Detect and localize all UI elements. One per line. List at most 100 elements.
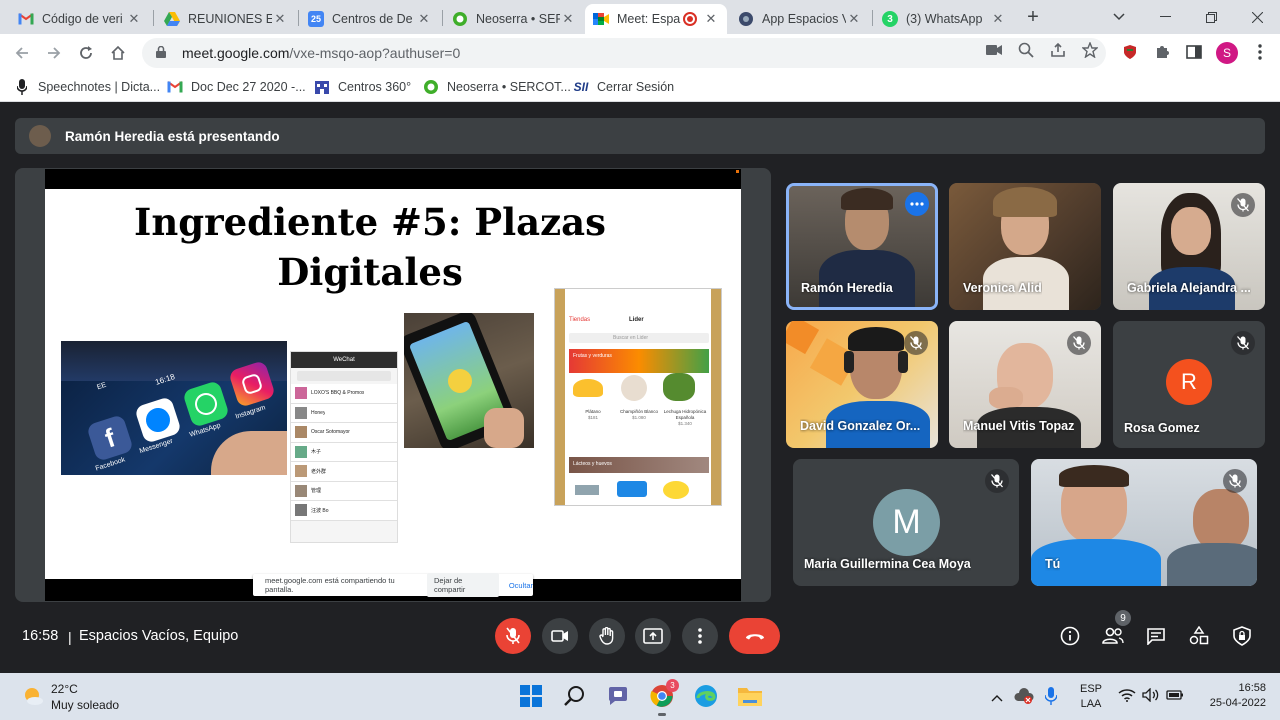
close-tab-icon[interactable]: ✕ [560,11,576,27]
wechat-avatar [295,445,307,458]
host-controls-icon[interactable] [1229,623,1255,649]
present-screen-button[interactable] [635,618,671,654]
reload-button[interactable] [74,41,98,65]
meeting-time: 16:58 [22,628,59,644]
slide: Ingrediente #5: Plazas Digitales EE 16:1… [45,189,741,579]
search-icon[interactable] [560,681,590,711]
bookmark-centros[interactable]: Centros 360° [314,77,411,97]
address-bar[interactable]: meet.google.com/vxe-msqo-aop?authuser=0 [142,38,1106,68]
bookmark-neoserra[interactable]: Neoserra • SERCOT... [423,77,571,97]
extensions-puzzle-icon[interactable] [1152,42,1172,62]
raise-hand-button[interactable] [589,618,625,654]
close-tab-icon[interactable]: ✕ [272,11,288,27]
wechat-screenshot: WeChat LOXO'S BBQ & Promos Honey Oscar Sot… [290,351,398,543]
extension-shield-icon[interactable] [1120,42,1140,62]
show-hidden-icons[interactable] [991,689,1007,703]
participant-tile-david[interactable]: David Gonzalez Or... [786,321,938,448]
close-window-button[interactable] [1234,0,1280,34]
forward-button[interactable] [42,41,66,65]
zoom-icon[interactable] [1017,41,1035,59]
start-button[interactable] [516,681,546,711]
back-button[interactable] [10,41,34,65]
battery-icon[interactable] [1166,688,1184,704]
tab-neoserra[interactable]: Neoserra • SER ✕ [444,4,584,34]
participant-tile-gabriela[interactable]: Gabriela Alejandra ... [1113,183,1265,310]
meeting-details-icon[interactable] [1057,623,1083,649]
more-options-button[interactable] [682,618,718,654]
weather-description: Muy soleado [51,698,120,712]
close-tab-icon[interactable]: ✕ [126,11,142,27]
participant-name: Maria Guillermina Cea Moya [804,557,971,571]
bookmark-doc[interactable]: Doc Dec 27 2020 -... [167,77,306,97]
home-button[interactable] [106,41,130,65]
lock-icon[interactable] [156,45,170,61]
tab-drive[interactable]: REUNIONES EQ ✕ [156,4,296,34]
muted-mic-icon [904,331,928,355]
participant-tile-ramon[interactable]: Ramón Heredia [786,183,938,310]
share-banner-text: meet.google.com está compartiendo tu pan… [265,576,395,594]
lider-product: Champiñón Blanco $1.080 [617,409,661,421]
gmail-icon [18,11,34,27]
stop-sharing-button[interactable]: Dejar de compartir [427,573,499,597]
close-tab-icon[interactable]: ✕ [416,11,432,27]
tab-search-icon[interactable] [1096,0,1142,34]
teams-chat-icon[interactable] [603,681,633,711]
participant-tile-veronica[interactable]: Veronica Alid [949,183,1101,310]
restore-button[interactable] [1188,0,1234,34]
participant-avatar: M [873,489,940,556]
tab-gmail[interactable]: Código de veri ✕ [10,4,150,34]
minimize-button[interactable] [1142,0,1188,34]
activities-icon[interactable] [1186,623,1212,649]
language-indicator[interactable]: ESP LAA [1076,683,1106,710]
new-tab-button[interactable]: + [1022,6,1044,28]
clock[interactable]: 16:58 25-04-2022 [1196,682,1266,709]
more-options-icon[interactable] [905,192,929,216]
close-tab-icon[interactable]: ✕ [703,11,719,27]
side-panel-icon[interactable] [1184,42,1204,62]
bookmark-star-icon[interactable] [1081,41,1099,59]
wechat-avatar [295,465,307,478]
muted-mic-icon [1231,331,1255,355]
weather-sun-icon[interactable] [20,683,46,709]
presenter-avatar [29,125,51,147]
chrome-icon[interactable]: 3 [647,679,679,716]
participant-tile-self[interactable]: Tú [1031,459,1257,586]
close-tab-icon[interactable]: ✕ [990,11,1006,27]
wechat-chat-name: Honey [311,409,326,416]
bookmark-speechnotes[interactable]: Speechnotes | Dicta... [14,77,160,97]
mic-in-use-icon[interactable] [1044,687,1059,707]
participant-tile-rosa[interactable]: R Rosa Gomez [1113,321,1265,448]
muted-mic-icon [985,469,1009,493]
tab-calendar[interactable]: 25 Centros de De ✕ [300,4,440,34]
camera-button[interactable] [542,618,578,654]
wifi-icon[interactable] [1118,688,1136,704]
participant-tile-manuel[interactable]: Manuel Vitis Topaz [949,321,1101,448]
volume-icon[interactable] [1142,687,1160,704]
tab-app-espacios[interactable]: App Espacios V ✕ [730,4,870,34]
camera-in-use-icon[interactable] [985,41,1003,59]
microphone-off-button[interactable] [495,618,531,654]
cloud-warning-icon[interactable] [1014,687,1034,705]
participant-tile-maria[interactable]: M Maria Guillermina Cea Moya [793,459,1019,586]
lider-section-fruits: Frutas y verduras [573,353,612,359]
end-call-button[interactable] [729,618,780,654]
hide-banner-button[interactable]: Ocultar [509,581,533,590]
close-tab-icon[interactable]: ✕ [846,11,862,27]
tab-whatsapp[interactable]: 3 (3) WhatsApp ✕ [874,4,1014,34]
chat-icon[interactable] [1143,623,1169,649]
lider-title: Lider [629,317,644,323]
wechat-chat-name: 汪波 Bo [311,507,329,514]
file-explorer-icon[interactable] [735,681,765,711]
presentation-stage[interactable]: Ingrediente #5: Plazas Digitales EE 16:1… [15,168,771,602]
people-icon[interactable] [1100,623,1126,649]
participant-avatar: R [1166,359,1212,405]
wechat-chat-name: 老外群 [311,468,327,475]
bookmark-cerrar-sesion[interactable]: SII Cerrar Sesión [573,77,674,97]
share-icon[interactable] [1049,41,1067,59]
wechat-chat-name: Oscar Sotomayor [311,429,350,436]
tab-meet[interactable]: Meet: Espa ✕ [585,4,727,34]
profile-avatar[interactable]: S [1216,42,1238,64]
menu-kebab-icon[interactable] [1250,42,1270,62]
edge-icon[interactable] [691,681,721,711]
lider-search: Buscar en Lider [569,333,709,343]
